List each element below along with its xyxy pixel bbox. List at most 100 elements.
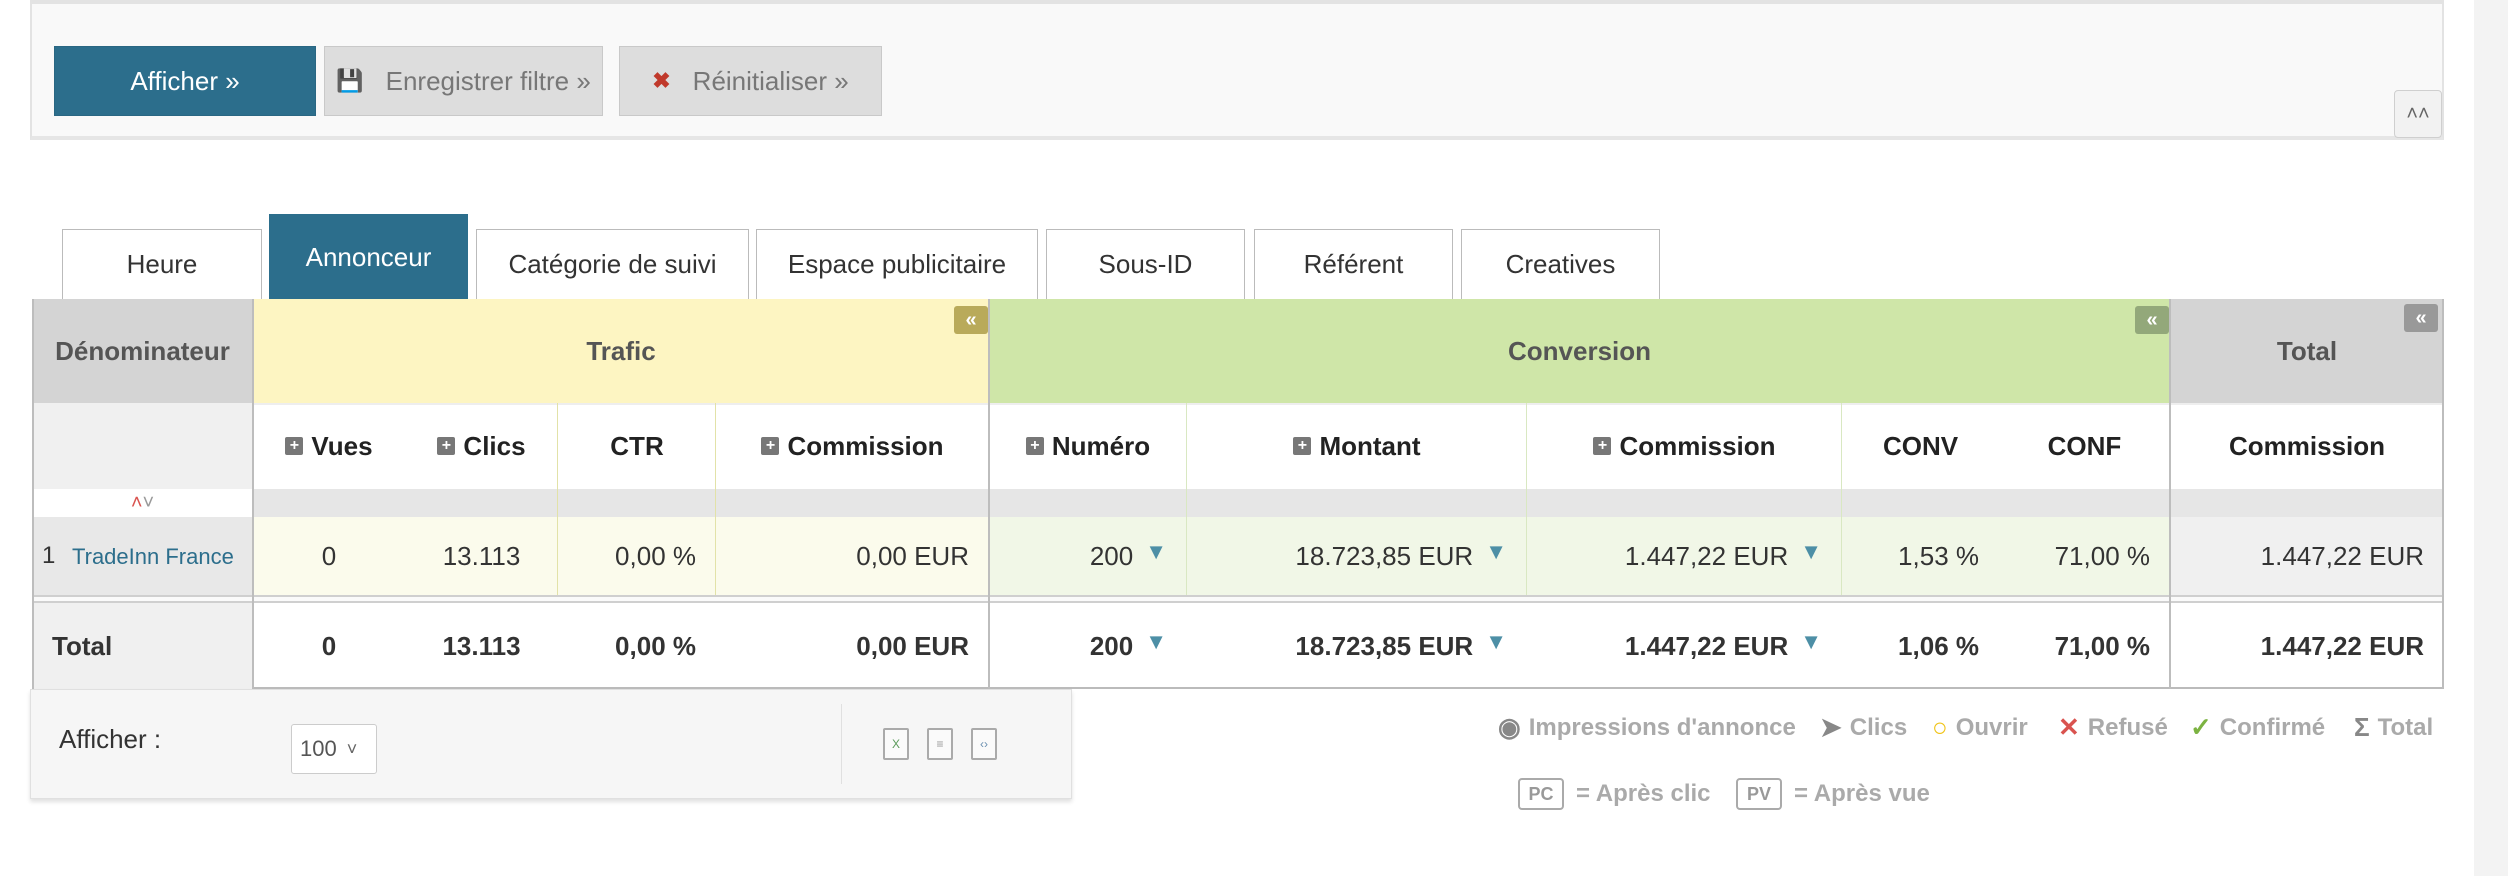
- expand-plus-icon[interactable]: +: [1293, 437, 1312, 455]
- col-commission-traffic[interactable]: + Commission: [716, 403, 989, 489]
- legend-open-label: Ouvrir: [1955, 713, 2028, 741]
- cell-number: 200 ▼: [989, 517, 1187, 595]
- total-number: 200 ▼: [989, 603, 1187, 689]
- filter-panel: Afficher » 💾 Enregistrer filtre » ✖ Réin…: [30, 0, 2444, 140]
- tab-annonceur[interactable]: Annonceur: [269, 214, 468, 299]
- column-divider: [1186, 403, 1187, 595]
- legend-clicks: ➤ Clics: [1820, 712, 1907, 743]
- col-views[interactable]: + Vues: [253, 403, 405, 489]
- reset-button[interactable]: ✖ Réinitialiser »: [619, 46, 882, 116]
- dropdown-triangle-icon[interactable]: ▼: [1485, 629, 1507, 655]
- group-header-total: Total: [2276, 335, 2338, 366]
- col-clicks[interactable]: + Clics: [405, 403, 558, 489]
- dropdown-triangle-icon[interactable]: ▼: [1145, 539, 1167, 565]
- page-size-label: Afficher :: [59, 724, 162, 754]
- column-divider: [715, 403, 716, 595]
- table-border-left: [32, 299, 34, 689]
- denominator-subheader: [32, 403, 253, 489]
- group-header-denominator: Dénominateur: [55, 335, 230, 366]
- expand-plus-icon[interactable]: +: [1593, 437, 1612, 455]
- total-conf: 71,00 %: [2054, 630, 2150, 661]
- tab-creatives[interactable]: Creatives: [1461, 229, 1660, 299]
- cursor-icon: ➤: [1820, 712, 1842, 742]
- page-size-value: 100: [300, 736, 337, 761]
- report-page: Afficher » 💾 Enregistrer filtre » ✖ Réin…: [0, 0, 2508, 876]
- legend-after-view: PV = Après vue: [1736, 778, 1930, 810]
- save-filter-button[interactable]: 💾 Enregistrer filtre »: [324, 46, 603, 116]
- expand-plus-icon[interactable]: +: [437, 437, 456, 455]
- total-label: Total: [52, 630, 113, 661]
- cross-icon: ✕: [2058, 712, 2080, 742]
- save-filter-label: Enregistrer filtre »: [385, 65, 591, 96]
- total-commission-total: 1.447,22 EUR: [2260, 630, 2424, 661]
- tab-categorie-de-suivi[interactable]: Catégorie de suivi: [476, 229, 749, 299]
- statistics-table: Dénominateur Trafic Conversion Total « «…: [32, 299, 2444, 689]
- sigma-icon: Σ: [2354, 712, 2370, 742]
- divider: [841, 704, 842, 784]
- col-commission-total[interactable]: Commission: [2170, 403, 2444, 489]
- document-export-icon[interactable]: ≡: [927, 728, 953, 760]
- total-commission-conversion: 1.447,22 EUR ▼: [1527, 603, 1842, 689]
- expand-plus-icon[interactable]: +: [1025, 437, 1044, 455]
- dropdown-triangle-icon[interactable]: ▼: [1800, 539, 1822, 565]
- cell-views: 0: [321, 540, 337, 571]
- show-button[interactable]: Afficher »: [54, 46, 316, 116]
- col-amount[interactable]: + Montant: [1187, 403, 1527, 489]
- column-divider: [2169, 299, 2171, 689]
- tab-espace-publicitaire[interactable]: Espace publicitaire: [756, 229, 1038, 299]
- col-commission-traffic-label: Commission: [787, 430, 944, 461]
- col-clicks-label: Clics: [463, 430, 526, 461]
- sort-up-icon[interactable]: ˄: [131, 492, 143, 515]
- expand-plus-icon[interactable]: +: [761, 437, 780, 455]
- dropdown-triangle-icon[interactable]: ▼: [1485, 539, 1507, 565]
- collapse-traffic-icon[interactable]: «: [954, 306, 988, 334]
- col-ctr[interactable]: CTR: [558, 403, 716, 489]
- collapse-conversion-icon[interactable]: «: [2135, 306, 2169, 334]
- excel-export-icon[interactable]: X: [883, 728, 909, 760]
- dropdown-triangle-icon[interactable]: ▼: [1800, 629, 1822, 655]
- advertiser-link[interactable]: TradeInn France: [72, 525, 242, 589]
- legend-clicks-label: Clics: [1849, 713, 1908, 741]
- cell-amount-value: 18.723,85 EUR: [1295, 540, 1474, 571]
- pc-badge: PC: [1518, 778, 1564, 810]
- group-header-conversion: Conversion: [1507, 335, 1652, 366]
- cell-amount: 18.723,85 EUR ▼: [1187, 517, 1527, 595]
- col-commission-conversion[interactable]: + Commission: [1527, 403, 1842, 489]
- tab-heure[interactable]: Heure: [62, 229, 262, 299]
- sort-control[interactable]: ˄ ˅: [32, 489, 253, 517]
- total-views: 0: [321, 630, 337, 661]
- cell-conf: 71,00 %: [2054, 540, 2150, 571]
- legend-total: Σ Total: [2354, 712, 2433, 743]
- double-chevron-up-icon[interactable]: ˄˄: [2394, 90, 2442, 138]
- group-header-traffic: Trafic: [586, 335, 656, 366]
- col-amount-label: Montant: [1319, 430, 1421, 461]
- legend-after-view-label: = Après vue: [1794, 780, 1930, 807]
- col-conf[interactable]: CONF: [1999, 403, 2170, 489]
- cell-commission-conversion-value: 1.447,22 EUR: [1624, 540, 1789, 571]
- sort-down-icon[interactable]: ˅: [143, 492, 155, 515]
- checkmark-icon: ✓: [2190, 712, 2212, 742]
- column-divider: [1526, 403, 1527, 595]
- legend-refused: ✕ Refusé: [2058, 712, 2168, 743]
- col-conv[interactable]: CONV: [1842, 403, 1999, 489]
- cell-commission-conversion: 1.447,22 EUR ▼: [1527, 517, 1842, 595]
- page-size-select[interactable]: 100 ˅: [291, 724, 377, 774]
- reset-label: Réinitialiser »: [692, 65, 849, 96]
- column-divider: [988, 299, 990, 689]
- expand-plus-icon[interactable]: +: [285, 437, 304, 455]
- legend-confirmed: ✓ Confirmé: [2190, 712, 2325, 743]
- total-number-value: 200: [1089, 630, 1134, 661]
- legend-total-label: Total: [2377, 713, 2434, 741]
- collapse-total-icon[interactable]: «: [2404, 304, 2438, 332]
- column-divider: [252, 299, 254, 689]
- scrollbar[interactable]: [2474, 0, 2508, 876]
- tab-sous-id[interactable]: Sous-ID: [1046, 229, 1245, 299]
- cell-clicks: 13.113: [442, 540, 521, 571]
- legend-impressions-label: Impressions d'annonce: [1528, 713, 1796, 741]
- eye-icon: ◉: [1498, 712, 1521, 742]
- tab-referent[interactable]: Référent: [1254, 229, 1453, 299]
- code-export-icon[interactable]: ‹›: [971, 728, 997, 760]
- row-index: 1: [42, 542, 56, 569]
- dropdown-triangle-icon[interactable]: ▼: [1145, 629, 1167, 655]
- col-number[interactable]: + Numéro: [989, 403, 1187, 489]
